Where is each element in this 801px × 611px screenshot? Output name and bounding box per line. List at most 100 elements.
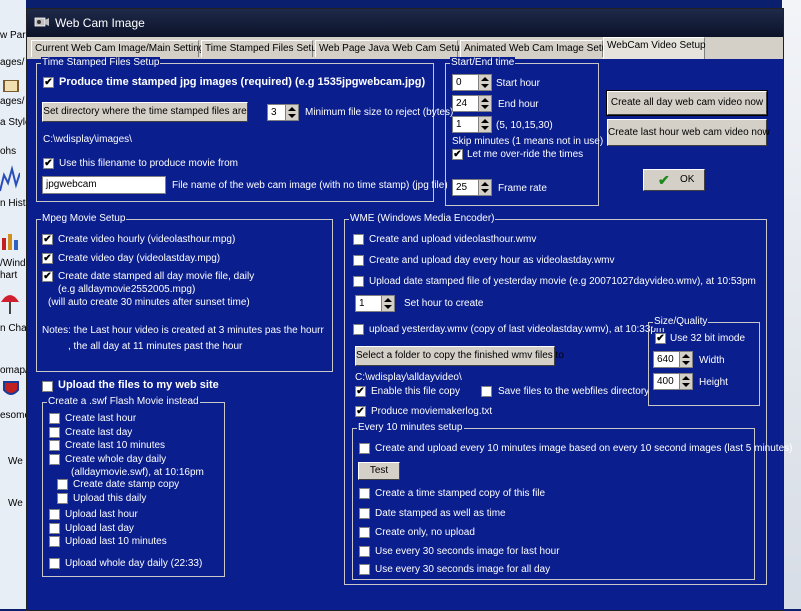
flash-option-label: Create date stamp copy [73, 479, 180, 490]
window-title: Web Cam Image [55, 16, 145, 30]
group-caption: Size/Quality [653, 316, 709, 328]
width-stepper[interactable]: 640 [653, 351, 693, 368]
flash-option-checkbox[interactable] [57, 479, 68, 490]
flash-option-label: Upload last day [65, 523, 134, 534]
flash-option-checkbox[interactable] [49, 427, 60, 438]
mpeg-date-stamped-checkbox[interactable]: ✔ [42, 271, 53, 282]
min-size-stepper[interactable]: 3 [267, 104, 299, 121]
wme-upload-hour-checkbox[interactable] [353, 234, 364, 245]
bg-fragment: ohs [0, 146, 17, 157]
group-caption: Every 10 minutes setup [357, 422, 464, 434]
bg-fragment: omap/ [0, 365, 26, 376]
produce-jpg-label: Produce time stamped jpg images (require… [59, 76, 426, 88]
tab-main-settings[interactable]: Current Web Cam Image/Main Settings [31, 40, 209, 57]
set-hour-label: Set hour to create [404, 298, 484, 309]
camera-icon [34, 17, 49, 27]
size-quality-group: Size/Quality ✔ Use 32 bit imode 640 Widt… [648, 316, 760, 406]
spin-arrows-icon[interactable] [478, 117, 491, 132]
spin-arrows-icon[interactable] [478, 75, 491, 90]
select-folder-button[interactable]: Select a folder to copy the finished wmv… [355, 346, 564, 366]
start-hour-stepper[interactable]: 0 [452, 74, 492, 91]
tab-webcam-video[interactable]: WebCam Video Setup [603, 37, 706, 59]
produce-jpg-checkbox[interactable]: ✔ [43, 77, 54, 88]
flash-option-label: Create last day [65, 427, 133, 438]
umbrella-icon [1, 295, 19, 314]
end-hour-stepper[interactable]: 24 [452, 95, 492, 112]
background-app-window: w Par ages/ ages/ a Style ohs n Histo /W… [0, 0, 26, 609]
spin-arrows-icon[interactable] [478, 96, 491, 111]
flash-option-checkbox[interactable] [49, 523, 60, 534]
override-times-label: Let me over-ride the times [467, 149, 584, 160]
spin-arrows-icon[interactable] [381, 296, 394, 311]
every10-option-label: Use every 30 seconds image for last hour [375, 546, 560, 557]
spin-arrows-icon[interactable] [679, 374, 692, 389]
every10-option-label: Use every 30 seconds image for all day [375, 564, 551, 575]
every10-option-label: Create only, no upload [375, 527, 475, 538]
flash-option-label: Create whole day daily [65, 454, 167, 465]
every10-option-label: Date stamped as well as time [375, 508, 506, 519]
every10-option-checkbox[interactable] [359, 527, 370, 538]
title-bar[interactable]: Web Cam Image [27, 9, 783, 37]
tab-java-web-cam[interactable]: Web Page Java Web Cam Setup [315, 40, 465, 57]
group-caption: Start/End time [450, 57, 516, 69]
mpeg-hourly-checkbox[interactable]: ✔ [42, 234, 53, 245]
ok-button[interactable]: ✔ OK [643, 169, 705, 191]
use-filename-checkbox[interactable]: ✔ [43, 158, 54, 169]
wme-upload-hour-label: Create and upload videolasthour.wmv [369, 234, 537, 245]
height-stepper[interactable]: 400 [653, 373, 693, 390]
flash-option-label: Create last hour [65, 413, 137, 424]
bg-fragment: ages/ [0, 96, 25, 107]
flash-option-checkbox[interactable] [49, 509, 60, 520]
set-hour-stepper[interactable]: 1 [355, 295, 395, 312]
every10-option-checkbox[interactable] [359, 564, 370, 575]
flash-option-checkbox[interactable] [49, 413, 60, 424]
ok-label: OK [680, 174, 695, 185]
min-size-value: 3 [271, 107, 277, 118]
spin-arrows-icon[interactable] [285, 105, 298, 120]
every10-option-checkbox[interactable] [359, 508, 370, 519]
flash-option-checkbox[interactable] [49, 536, 60, 547]
wme-upload-dated-checkbox[interactable] [353, 276, 364, 287]
every10-option-checkbox[interactable] [359, 488, 370, 499]
tab-animated-web-cam[interactable]: Animated Web Cam Image Setup [460, 40, 613, 57]
width-value: 640 [657, 354, 674, 365]
flash-option-checkbox[interactable] [57, 493, 68, 504]
filename-input[interactable]: jpgwebcam [42, 176, 166, 194]
wme-upload-yesterday-checkbox[interactable] [353, 324, 364, 335]
spin-arrows-icon[interactable] [478, 180, 491, 195]
mpeg-notes-line1: Notes: the Last hour video is created at… [42, 325, 324, 336]
tab-time-stamped-files[interactable]: Time Stamped Files Setup [201, 40, 322, 57]
wme-upload-day-checkbox[interactable] [353, 255, 364, 266]
end-hour-value: 24 [456, 98, 468, 109]
group-caption: WME (Windows Media Encoder) [349, 213, 496, 225]
save-webfiles-checkbox[interactable] [481, 386, 492, 397]
override-times-checkbox[interactable]: ✔ [452, 149, 463, 160]
set-hour-value: 1 [359, 298, 365, 309]
every10-create-upload-checkbox[interactable] [359, 443, 370, 454]
bg-fragment: ages/ [0, 57, 25, 68]
start-hour-value: 0 [456, 77, 462, 88]
every10-option-checkbox[interactable] [359, 546, 370, 557]
produce-log-checkbox[interactable]: ✔ [355, 406, 366, 417]
directory-path: C:\wdisplay\images\ [43, 134, 132, 145]
set-directory-button[interactable]: Set directory where the time stamped fil… [42, 102, 248, 122]
upload-website-checkbox[interactable] [42, 381, 53, 392]
flash-option-checkbox[interactable] [49, 440, 60, 451]
test-button[interactable]: Test [358, 462, 400, 480]
bg-fragment: /Wind [0, 258, 26, 269]
spin-arrows-icon[interactable] [679, 352, 692, 367]
skip-minutes-stepper[interactable]: 1 [452, 116, 492, 133]
enable-copy-checkbox[interactable]: ✔ [355, 386, 366, 397]
wme-upload-dated-label: Upload date stamped file of yesterday mo… [369, 276, 756, 287]
create-all-day-video-button[interactable]: Create all day web cam video now [606, 90, 768, 116]
flash-option-checkbox[interactable] [49, 454, 60, 465]
flash-option-checkbox[interactable] [49, 558, 60, 569]
frame-rate-stepper[interactable]: 25 [452, 179, 492, 196]
bg-fragment: n Chan [0, 323, 26, 334]
bg-fragment: We [8, 498, 23, 509]
mpeg-day-label: Create video day (videolastday.mpg) [58, 253, 221, 264]
create-last-hour-video-button[interactable]: Create last hour web cam video now [607, 119, 770, 146]
bg-fragment: hart [0, 270, 18, 281]
use32-checkbox[interactable]: ✔ [655, 333, 666, 344]
mpeg-day-checkbox[interactable]: ✔ [42, 253, 53, 264]
